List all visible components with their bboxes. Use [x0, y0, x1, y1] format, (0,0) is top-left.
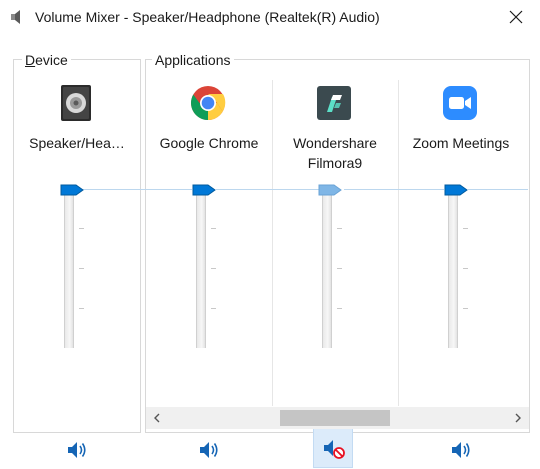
- filmora-icon: [316, 84, 352, 122]
- title-bar: Volume Mixer - Speaker/Headphone (Realte…: [0, 0, 540, 34]
- scroll-right-button[interactable]: [507, 407, 529, 429]
- volume-icon: [452, 442, 470, 458]
- app-channel-chrome: Google Chrome: [146, 70, 272, 458]
- close-button[interactable]: [494, 0, 540, 34]
- app-channel-filmora: Wondershare Filmora9: [272, 70, 398, 468]
- volume-track[interactable]: [322, 188, 342, 348]
- volume-track[interactable]: [196, 188, 216, 348]
- chevron-left-icon: [154, 413, 160, 423]
- channel-name: Wondershare Filmora9: [293, 135, 377, 171]
- channel-name: Zoom Meetings: [412, 135, 510, 151]
- close-icon: [509, 10, 523, 24]
- horizontal-scrollbar[interactable]: [146, 407, 529, 429]
- app-channel-zoom: Zoom Meetings: [398, 70, 524, 458]
- zoom-icon: [442, 84, 478, 122]
- mute-button[interactable]: [442, 431, 480, 469]
- volume-track[interactable]: [448, 188, 468, 348]
- scroll-left-button[interactable]: [146, 407, 168, 429]
- chrome-icon: [190, 84, 226, 122]
- channel-name: Speaker/Hea…: [29, 135, 125, 151]
- volume-slider-thumb[interactable]: [444, 184, 468, 196]
- scroll-thumb[interactable]: [280, 410, 390, 426]
- mute-button[interactable]: [190, 431, 228, 469]
- applications-group-label: Applications: [152, 52, 234, 68]
- mute-button[interactable]: [313, 428, 353, 468]
- window-title: Volume Mixer - Speaker/Headphone (Realte…: [35, 9, 380, 25]
- device-channel: Speaker/Hea…: [14, 70, 140, 458]
- speaker-icon: [9, 8, 27, 26]
- muted-volume-icon: [324, 440, 345, 459]
- device-group-label: Device: [22, 52, 71, 68]
- volume-slider-thumb[interactable]: [318, 184, 342, 196]
- volume-icon: [200, 442, 218, 458]
- volume-icon: [68, 442, 86, 458]
- volume-slider-thumb[interactable]: [60, 184, 84, 196]
- speaker-device-icon: [58, 84, 94, 122]
- chevron-right-icon: [515, 413, 521, 423]
- volume-track[interactable]: [64, 188, 84, 348]
- volume-slider-thumb[interactable]: [192, 184, 216, 196]
- mute-button[interactable]: [58, 431, 96, 469]
- channel-name: Google Chrome: [159, 135, 259, 151]
